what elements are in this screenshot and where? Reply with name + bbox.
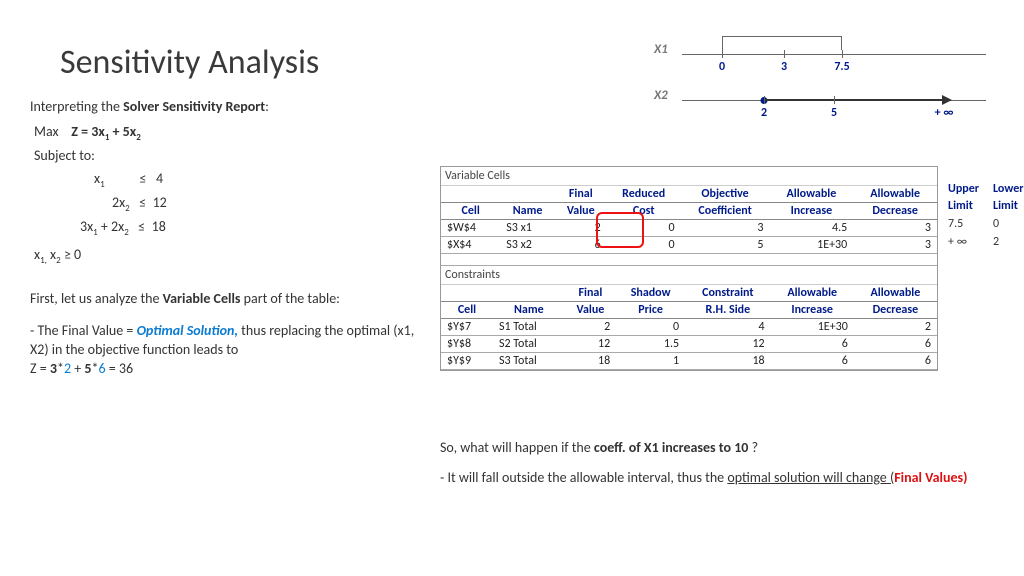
bottom-question: So, what will happen if the coeff. of X1…: [440, 438, 960, 458]
x2-tick-0: 2: [761, 106, 767, 120]
constraint-3: 3x1 + 2x2 ≤ 18: [80, 216, 167, 240]
x1-tick-0: 0: [719, 60, 725, 74]
analysis-intro: First, let us analyze the Variable Cells…: [30, 290, 420, 309]
constraints-table: Final Shadow Constraint Allowable Allowa…: [441, 285, 937, 370]
x1-tick-1: 3: [781, 60, 787, 74]
interp-post: :: [265, 98, 269, 115]
x1-tick-2: 7.5: [834, 60, 849, 74]
x2-tick-1: 5: [831, 106, 837, 120]
number-lines: X1 0 3 7.5 X2 2 5 + ∞: [674, 32, 994, 132]
variable-cells-label: Variable Cells: [441, 167, 937, 186]
constraints-label: Constraints: [441, 266, 937, 285]
bottom-answer: - It will fall outside the allowable int…: [440, 468, 990, 488]
x2-number-line: X2 2 5 + ∞: [674, 78, 994, 124]
x1-axis-label: X1: [654, 42, 668, 57]
sensitivity-report: Variable Cells Final Reduced Objective A…: [440, 166, 938, 371]
interp-bold: Solver Sensitivity Report: [123, 98, 265, 115]
table-row: $W$4 S3 x1 2 0 3 4.5 3: [441, 220, 937, 237]
upper-lower-limits: Upper Lower Limit Limit 7.50 + ∞2: [940, 180, 1024, 252]
table-row: $Y$9 S3 Total 18 1 18 6 6: [441, 353, 937, 370]
page-title: Sensitivity Analysis: [60, 42, 319, 83]
interpreting-line: Interpreting the Solver Sensitivity Repo…: [30, 98, 269, 115]
nonneg-constraint: x1, x2 ≥ 0: [34, 245, 167, 267]
analysis-body: - The Final Value = Optimal Solution, th…: [30, 322, 430, 379]
constraint-2: 2x2 ≤ 12: [112, 192, 167, 216]
subject-to: Subject to:: [34, 146, 167, 166]
obj-mid: + 5x: [109, 123, 136, 140]
table-row: $Y$8 S2 Total 12 1.5 12 6 6: [441, 336, 937, 353]
obj-pre: Z = 3x: [71, 123, 105, 140]
max-label: Max: [34, 123, 59, 140]
variable-cells-table: Final Reduced Objective Allowable Allowa…: [441, 186, 937, 266]
lp-formulation: Max Z = 3x1 + 5x2 Subject to: x1 ≤ 4 2x2…: [34, 122, 167, 267]
table-row: $Y$7 S1 Total 2 0 4 1E+30 2: [441, 319, 937, 336]
constraint-1: x1 ≤ 4: [94, 168, 167, 192]
x1-number-line: X1 0 3 7.5: [674, 32, 994, 78]
interp-pre: Interpreting the: [30, 98, 123, 115]
x2-tick-2: + ∞: [935, 106, 954, 120]
table-row: $X$4 S3 x2 6 0 5 1E+30 3: [441, 237, 937, 254]
x2-axis-label: X2: [654, 88, 668, 103]
